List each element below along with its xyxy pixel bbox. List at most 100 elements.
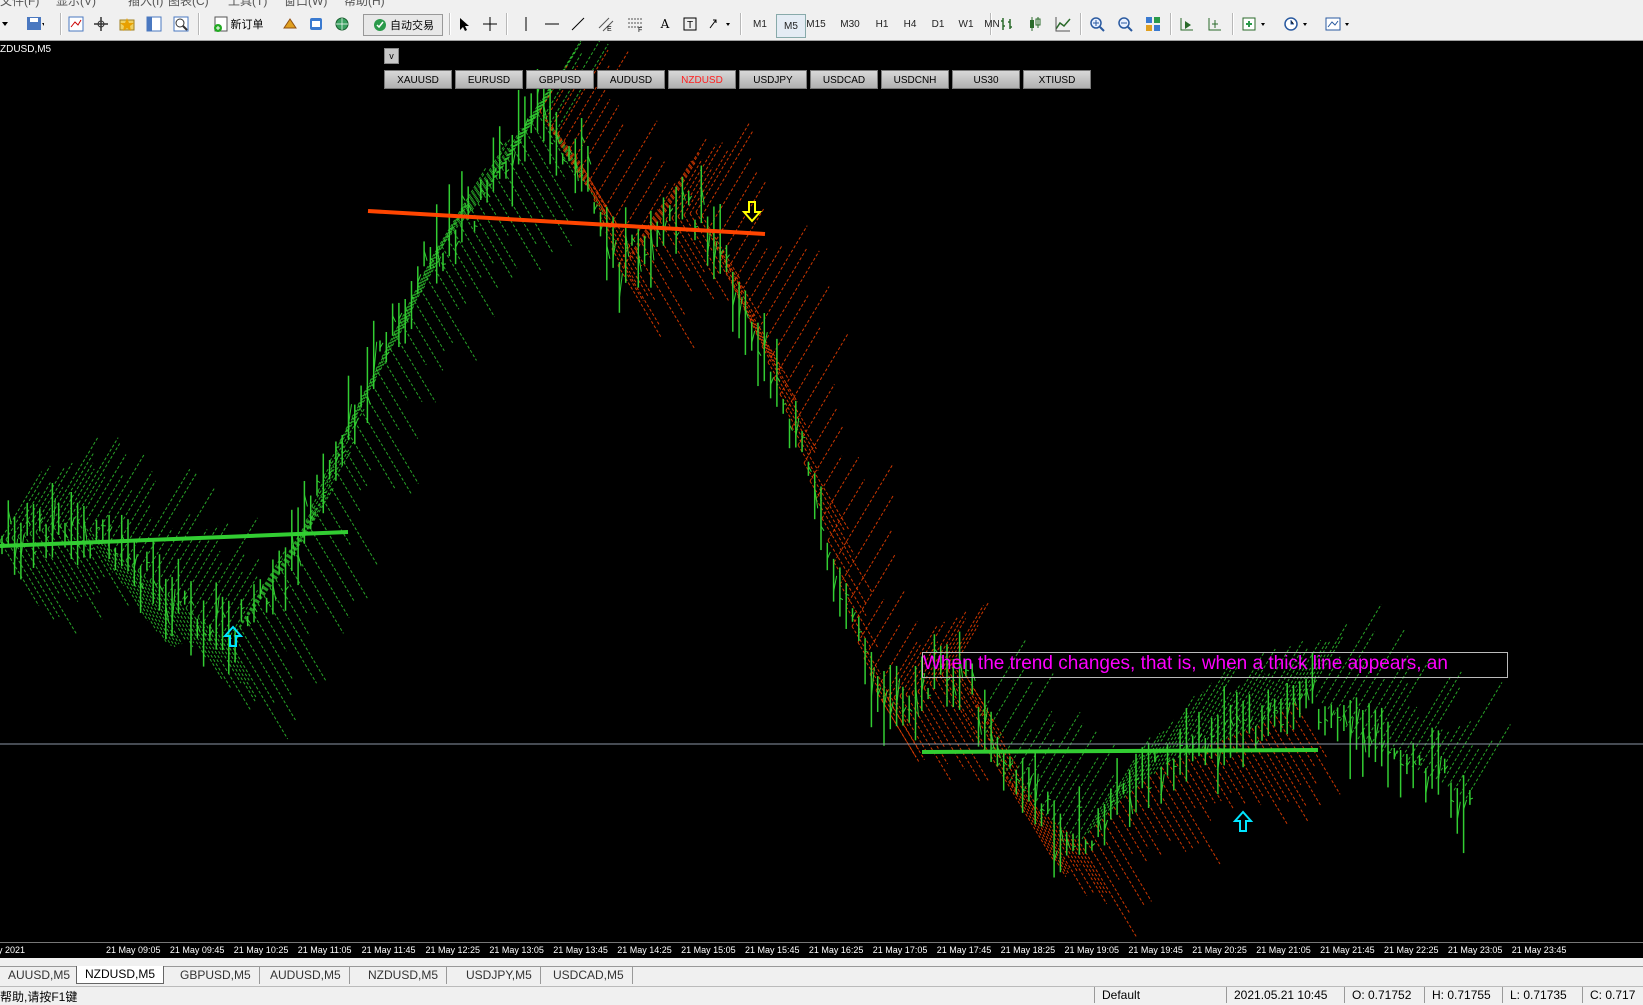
time-tick-label: 21 May 09:05 <box>106 945 161 955</box>
zoom-out-icon[interactable] <box>1114 14 1136 34</box>
menu-item-0[interactable]: 文件(F) <box>0 0 39 8</box>
auto-scroll-icon[interactable] <box>1176 14 1198 34</box>
trend-fan-line <box>1196 693 1231 751</box>
chart-shift-icon[interactable] <box>1204 14 1226 34</box>
text-label-icon[interactable]: T <box>680 14 700 34</box>
tester-icon[interactable] <box>171 14 191 34</box>
chart-tabs: AUUSD,M5NZDUSD,M5GBPUSD,M5AUDUSD,M5NZDUS… <box>0 966 1643 985</box>
trend-fan-line <box>400 321 426 365</box>
menu-item-4[interactable]: 工具(T) <box>228 0 267 8</box>
horizontal-line-icon[interactable] <box>542 14 562 34</box>
navigator-icon[interactable] <box>144 14 164 34</box>
time-tick-label: 21 May 09:45 <box>170 945 225 955</box>
cursor-icon[interactable] <box>454 14 474 34</box>
vertical-line-icon[interactable] <box>516 14 536 34</box>
up-arrow-icon <box>225 627 241 646</box>
timeframe-m5[interactable]: M5 <box>776 14 806 38</box>
trend-fan-line <box>352 359 387 417</box>
symbol-button-us30[interactable]: US30 <box>952 70 1020 89</box>
auto-trade-button[interactable]: 自动交易 <box>363 14 443 36</box>
save-icon[interactable] <box>20 14 50 34</box>
chart-tab[interactable]: AUDUSD,M5 <box>262 967 350 984</box>
trend-fan-line <box>726 209 764 272</box>
trend-fan-line <box>270 588 326 682</box>
trend-fan-line <box>150 581 186 640</box>
text-icon[interactable]: A <box>656 14 674 34</box>
crosshair-move-icon[interactable] <box>91 14 111 34</box>
up-arrow-icon <box>1235 812 1251 831</box>
price-chart[interactable]: ZDUSD,M5 v XAUUSDEURUSDGBPUSDAUDUSDNZDUS… <box>0 41 1643 942</box>
trendline-icon[interactable] <box>568 14 588 34</box>
periods-clock-icon[interactable] <box>1280 14 1314 34</box>
trend-fan-line <box>478 203 517 268</box>
menu-item-1[interactable]: 显示(V) <box>56 0 96 8</box>
menu-item-3[interactable]: 图表(C) <box>168 0 209 8</box>
trend-fan-line <box>834 562 866 615</box>
annotation-text[interactable]: When the trend changes, that is, when a … <box>922 652 1508 678</box>
symbol-button-eurusd[interactable]: EURUSD <box>455 70 523 89</box>
menu-item-2[interactable]: 插入(I) <box>128 0 163 8</box>
timeframe-m15[interactable]: M15 <box>804 14 828 34</box>
trend-fan-line <box>1210 745 1246 805</box>
tile-windows-icon[interactable] <box>1142 14 1164 34</box>
menu-item-5[interactable]: 窗口(W) <box>284 0 327 8</box>
timeframe-mn[interactable]: MN <box>980 14 1004 34</box>
trend-fan-line <box>120 505 150 556</box>
symbol-button-usdcnh[interactable]: USDCNH <box>881 70 949 89</box>
trend-fan-line <box>648 138 707 236</box>
trend-fan-line <box>102 490 132 539</box>
line-chart-icon[interactable] <box>1052 14 1074 34</box>
symbol-button-audusd[interactable]: AUDUSD <box>597 70 665 89</box>
candlestick-icon[interactable] <box>1024 14 1046 34</box>
crosshair-icon[interactable] <box>480 14 500 34</box>
trend-fan-line <box>1168 763 1195 808</box>
timeframe-m1[interactable]: M1 <box>748 14 772 34</box>
time-tick-label: 21 May 11:45 <box>362 945 416 955</box>
chart-tab[interactable]: NZDUSD,M5 <box>360 967 447 984</box>
trend-fan-line <box>1244 681 1274 731</box>
symbol-button-xauusd[interactable]: XAUUSD <box>384 70 452 89</box>
timeframe-d1[interactable]: D1 <box>926 14 950 34</box>
chart-tab[interactable]: AUUSD,M5 <box>0 967 79 984</box>
menu-item-6[interactable]: 帮助(H) <box>344 0 385 8</box>
globe-icon[interactable] <box>332 14 352 34</box>
trend-fan-line <box>852 626 881 674</box>
market-watch-icon[interactable] <box>66 14 86 34</box>
trend-fan-line <box>1084 837 1129 913</box>
arrows-icon[interactable] <box>706 14 734 34</box>
favorites-icon[interactable] <box>117 14 137 34</box>
chart-tab[interactable]: USDCAD,M5 <box>545 967 633 984</box>
indicators-icon[interactable] <box>1238 14 1272 34</box>
chart-tab[interactable]: NZDUSD,M5 <box>76 966 164 984</box>
symbol-button-usdjpy[interactable]: USDJPY <box>739 70 807 89</box>
dropdown-arrow-icon[interactable] <box>0 14 10 34</box>
fibonacci-icon[interactable]: F <box>624 14 648 34</box>
experts-icon[interactable] <box>306 14 326 34</box>
signals-icon[interactable] <box>280 14 300 34</box>
svg-text:T: T <box>687 20 693 31</box>
channel-icon[interactable]: E <box>594 14 618 34</box>
symbol-button-gbpusd[interactable]: GBPUSD <box>526 70 594 89</box>
collapse-button[interactable]: v <box>384 48 399 64</box>
new-order-button[interactable]: 新订单 <box>205 14 271 34</box>
symbol-button-usdcad[interactable]: USDCAD <box>810 70 878 89</box>
trend-fan-line <box>1258 726 1306 806</box>
chart-tab[interactable]: USDJPY,M5 <box>458 967 541 984</box>
trend-fan-line <box>364 393 418 484</box>
trend-fan-line <box>624 209 658 266</box>
timeframe-h1[interactable]: H1 <box>870 14 894 34</box>
trend-fan-line <box>324 476 378 566</box>
trend-fan-line <box>738 249 767 297</box>
symbol-button-xtiusd[interactable]: XTIUSD <box>1023 70 1091 89</box>
timeframe-m30[interactable]: M30 <box>838 14 862 34</box>
timeframe-w1[interactable]: W1 <box>954 14 978 34</box>
toolbar: 新订单 自动交易 E F A T M1M5M15 M30 H1H4D1W1MN <box>0 8 1643 41</box>
trend-fan-line <box>246 559 283 620</box>
chart-tab[interactable]: GBPUSD,M5 <box>172 967 260 984</box>
zoom-in-icon[interactable] <box>1086 14 1108 34</box>
timeframe-h4[interactable]: H4 <box>898 14 922 34</box>
symbol-button-nzdusd[interactable]: NZDUSD <box>668 70 736 89</box>
trend-fan-line <box>448 141 507 239</box>
templates-icon[interactable] <box>1322 14 1356 34</box>
trend-fan-line <box>1264 723 1301 784</box>
